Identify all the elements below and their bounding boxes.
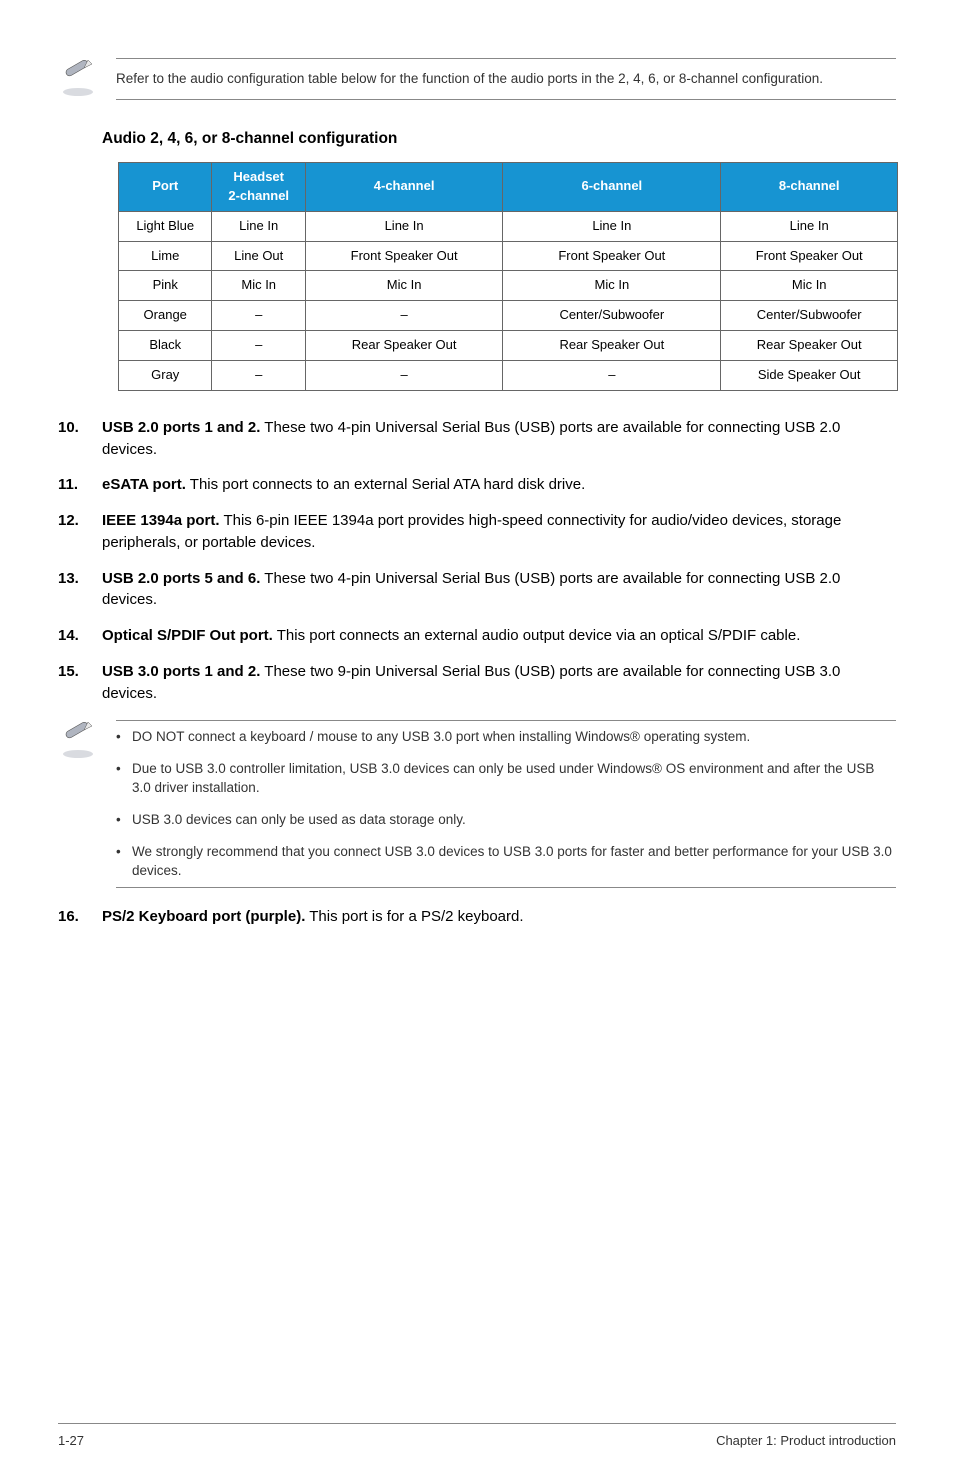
cell: Mic In [305, 271, 502, 301]
bullet-item: Due to USB 3.0 controller limitation, US… [116, 753, 896, 804]
item-body: USB 2.0 ports 1 and 2. These two 4-pin U… [102, 417, 896, 461]
cell: Pink [119, 271, 212, 301]
table-row: Gray – – – Side Speaker Out [119, 360, 898, 390]
cell: Rear Speaker Out [305, 331, 502, 361]
list-item-10: 10. USB 2.0 ports 1 and 2. These two 4-p… [58, 417, 896, 461]
cell: Rear Speaker Out [503, 331, 721, 361]
numbered-list: 10. USB 2.0 ports 1 and 2. These two 4-p… [58, 417, 896, 705]
cell: Lime [119, 241, 212, 271]
cell: Line Out [212, 241, 305, 271]
item-bold: Optical S/PDIF Out port. [102, 627, 273, 644]
cell: Mic In [503, 271, 721, 301]
bullet-item: USB 3.0 devices can only be used as data… [116, 804, 896, 836]
table-row: Pink Mic In Mic In Mic In Mic In [119, 271, 898, 301]
footer-right: Chapter 1: Product introduction [716, 1432, 896, 1451]
footer-left: 1-27 [58, 1432, 84, 1451]
cell: Center/Subwoofer [503, 301, 721, 331]
item-bold: USB 2.0 ports 1 and 2. [102, 419, 260, 436]
item-body: USB 2.0 ports 5 and 6. These two 4-pin U… [102, 568, 896, 612]
item-body: eSATA port. This port connects to an ext… [102, 474, 896, 496]
item-text: This port connects an external audio out… [273, 627, 801, 644]
bullet-item: We strongly recommend that you connect U… [116, 836, 896, 887]
cell: Light Blue [119, 211, 212, 241]
cell: Rear Speaker Out [721, 331, 898, 361]
item-body: IEEE 1394a port. This 6-pin IEEE 1394a p… [102, 510, 896, 554]
table-row: Lime Line Out Front Speaker Out Front Sp… [119, 241, 898, 271]
cell: Side Speaker Out [721, 360, 898, 390]
item-bold: USB 2.0 ports 5 and 6. [102, 570, 260, 587]
list-item-13: 13. USB 2.0 ports 5 and 6. These two 4-p… [58, 568, 896, 612]
list-item-11: 11. eSATA port. This port connects to an… [58, 474, 896, 496]
section-title: Audio 2, 4, 6, or 8-channel configuratio… [102, 128, 896, 150]
top-note-text: Refer to the audio configuration table b… [116, 58, 896, 100]
table-row: Light Blue Line In Line In Line In Line … [119, 211, 898, 241]
item-number: 10. [58, 417, 102, 461]
table-header: 8-channel [721, 163, 898, 212]
usb3-bullets: DO NOT connect a keyboard / mouse to any… [116, 720, 896, 887]
item-body: Optical S/PDIF Out port. This port conne… [102, 625, 896, 647]
item-text: This port is for a PS/2 keyboard. [305, 908, 523, 925]
item-body: PS/2 Keyboard port (purple). This port i… [102, 906, 896, 928]
cell: Mic In [212, 271, 305, 301]
usb3-note-block: DO NOT connect a keyboard / mouse to any… [58, 720, 896, 887]
cell: Black [119, 331, 212, 361]
item-bold: IEEE 1394a port. [102, 512, 220, 529]
cell: Line In [212, 211, 305, 241]
item-number: 14. [58, 625, 102, 647]
item-number: 16. [58, 906, 102, 928]
table-row: Orange – – Center/Subwoofer Center/Subwo… [119, 301, 898, 331]
list-item-16: 16. PS/2 Keyboard port (purple). This po… [58, 906, 896, 928]
item-number: 12. [58, 510, 102, 554]
cell: Front Speaker Out [503, 241, 721, 271]
cell: Line In [503, 211, 721, 241]
item-number: 11. [58, 474, 102, 496]
cell: – [212, 301, 305, 331]
item-number: 13. [58, 568, 102, 612]
pencil-note-icon [58, 58, 98, 98]
item-text: This port connects to an external Serial… [186, 476, 585, 493]
cell: Front Speaker Out [305, 241, 502, 271]
item-bold: USB 3.0 ports 1 and 2. [102, 663, 260, 680]
table-header: Port [119, 163, 212, 212]
cell: – [305, 360, 502, 390]
bullet-item: DO NOT connect a keyboard / mouse to any… [116, 721, 896, 753]
table-row: Black – Rear Speaker Out Rear Speaker Ou… [119, 331, 898, 361]
item-body: USB 3.0 ports 1 and 2. These two 9-pin U… [102, 661, 896, 705]
cell: – [212, 360, 305, 390]
item-bold: PS/2 Keyboard port (purple). [102, 908, 305, 925]
pencil-note-icon [58, 720, 98, 760]
item-number: 15. [58, 661, 102, 705]
cell: Front Speaker Out [721, 241, 898, 271]
table-header: 6-channel [503, 163, 721, 212]
top-note-block: Refer to the audio configuration table b… [58, 58, 896, 100]
cell: Center/Subwoofer [721, 301, 898, 331]
list-item-14: 14. Optical S/PDIF Out port. This port c… [58, 625, 896, 647]
table-header: 4-channel [305, 163, 502, 212]
item-bold: eSATA port. [102, 476, 186, 493]
audio-config-table: Port Headset 2-channel 4-channel 6-chann… [118, 162, 898, 391]
cell: Line In [305, 211, 502, 241]
list-item-15: 15. USB 3.0 ports 1 and 2. These two 9-p… [58, 661, 896, 705]
blank-space [58, 943, 896, 1423]
cell: Mic In [721, 271, 898, 301]
cell: – [212, 331, 305, 361]
cell: Gray [119, 360, 212, 390]
page-footer: 1-27 Chapter 1: Product introduction [58, 1423, 896, 1451]
cell: – [305, 301, 502, 331]
numbered-list-cont: 16. PS/2 Keyboard port (purple). This po… [58, 906, 896, 928]
table-header: Headset 2-channel [212, 163, 305, 212]
cell: – [503, 360, 721, 390]
cell: Orange [119, 301, 212, 331]
cell: Line In [721, 211, 898, 241]
list-item-12: 12. IEEE 1394a port. This 6-pin IEEE 139… [58, 510, 896, 554]
